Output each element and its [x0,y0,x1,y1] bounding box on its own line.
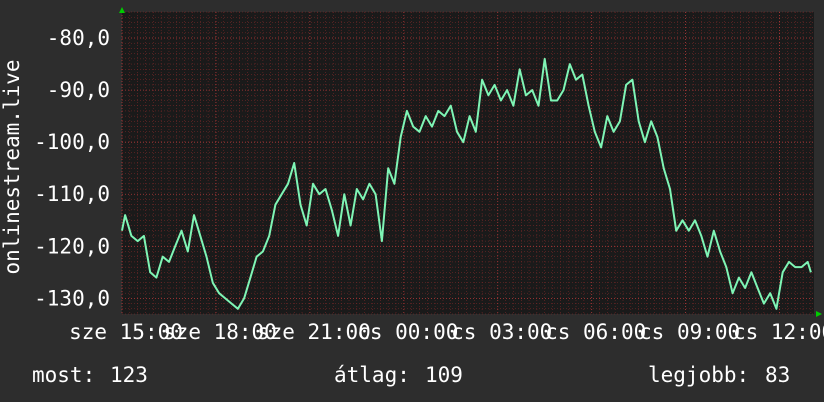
stat-best-label: legjobb: [648,363,749,387]
y-axis-label: onlinestream.live [0,60,24,275]
x-tick-label: sze 21:00 [257,320,371,344]
y-tick-label: -100,0 [34,130,110,154]
y-tick-label: -120,0 [34,234,110,258]
stat-best-value: 83 [765,363,790,387]
stat-average-value: 109 [425,363,463,387]
x-tick-label: cs 09:00 [639,320,740,344]
y-axis-ticks: -80,0 -90,0 -100,0 -110,0 -120,0 -130,0 [34,26,110,310]
x-tick-label: cs 06:00 [545,320,646,344]
y-axis-arrow-icon [119,7,125,13]
y-tick-label: -110,0 [34,182,110,206]
x-tick-label: cs 12:00 [733,320,824,344]
stat-current-value: 123 [110,363,148,387]
chart: -80,0 -90,0 -100,0 -110,0 -120,0 -130,0 sze 1… [0,7,824,387]
y-tick-label: -90,0 [47,78,110,102]
y-tick-label: -130,0 [34,286,110,310]
x-axis-arrow-icon [816,311,822,317]
x-axis-ticks: sze 15:00sze 18:00sze 21:00cs 00:00cs 03… [69,320,824,344]
x-tick-label: cs 00:00 [357,320,458,344]
stat-average-label: átlag: [334,363,410,387]
x-tick-label: cs 03:00 [451,320,552,344]
y-tick-label: -80,0 [47,26,110,50]
stat-current-label: most: [32,363,95,387]
